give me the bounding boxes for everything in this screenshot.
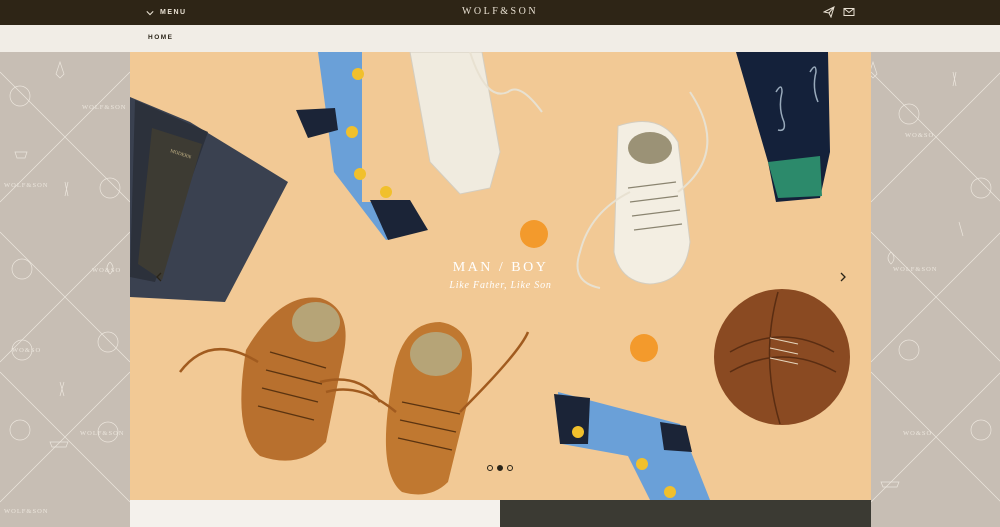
chevron-left-icon: [156, 272, 162, 282]
content-panel-right: [500, 500, 871, 527]
pattern-word: WO&SO: [92, 267, 122, 274]
hero-subtitle: Like Father, Like Son: [449, 280, 552, 291]
pattern-word: WO&SO: [905, 132, 935, 139]
blue-sock-bottom: [554, 392, 710, 500]
carousel-dot[interactable]: [507, 465, 513, 471]
pattern-word: WOLF&SON: [4, 182, 49, 189]
pattern-word: WOLF&SON: [893, 266, 938, 273]
top-bar: MENU WOLF&SON: [0, 0, 1000, 25]
pattern-word: WOLF&SON: [82, 104, 127, 111]
side-pattern-right: WO&SO WOLF&SON WO&SO: [871, 52, 1000, 527]
content-panel-left: [130, 500, 500, 527]
navy-sock: [736, 52, 830, 202]
carousel-prev-button[interactable]: [152, 270, 166, 284]
hero-title: MAN / BOY: [452, 260, 549, 275]
pattern-graphic: [0, 60, 130, 503]
carousel-dots: [487, 465, 513, 471]
side-pattern-left: WOLF&SON WOLF&SON WO&SO WO&SO WOLF&SON W…: [0, 52, 130, 527]
ping-pong-ball: [520, 220, 548, 248]
carousel-dot[interactable]: [487, 465, 493, 471]
leather-football: [714, 289, 850, 425]
blue-sock-top: [296, 52, 428, 240]
envelope-icon[interactable]: [843, 6, 855, 18]
carousel-next-button[interactable]: [836, 270, 850, 284]
breadcrumb-bar: HOME: [0, 25, 1000, 52]
pattern-word: WOLF&SON: [4, 508, 49, 515]
white-sneaker-top: [409, 52, 543, 195]
carousel-dot-active[interactable]: [497, 465, 503, 471]
hero-carousel[interactable]: MODERN MAN / BOY Like Father, Like Son: [130, 52, 871, 500]
chevron-right-icon: [840, 272, 846, 282]
breadcrumb-home[interactable]: HOME: [148, 34, 174, 41]
brown-shoe-left: [179, 297, 382, 461]
pattern-word: WOLF&SON: [80, 430, 125, 437]
pattern-word: WO&SO: [903, 430, 933, 437]
pattern-graphic: [871, 60, 1000, 503]
hero-image: MODERN: [130, 52, 850, 500]
ping-pong-ball: [630, 334, 658, 362]
pattern-word: WO&SO: [12, 347, 42, 354]
paper-plane-icon[interactable]: [823, 6, 835, 18]
white-sneaker-middle: [576, 91, 709, 289]
